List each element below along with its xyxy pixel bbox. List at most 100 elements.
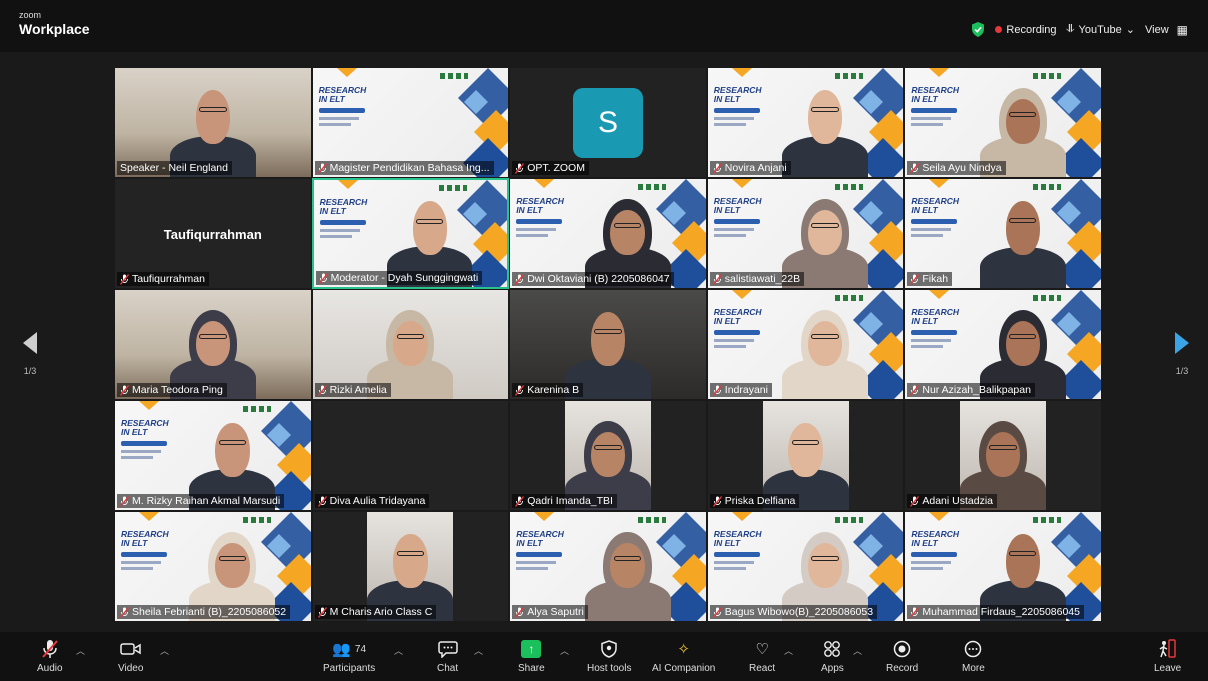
participant-tile[interactable]: RESEARCH IN ELT Nur Azizah_Balikpapan [904,289,1102,400]
apps-options-caret[interactable]: ︿ [853,644,862,657]
participant-video [979,179,1066,288]
mic-muted-icon [712,606,722,618]
leave-button[interactable]: Leave [1154,638,1181,674]
participant-name-label: Moderator - Dyah Sunggingwati [315,271,483,285]
participant-tile[interactable]: Karenina B [509,289,707,400]
participant-tile[interactable]: Qadri Imanda_TBI [509,400,707,511]
participant-name: M Charis Ario Class C [329,606,433,618]
brand-small: zoom [19,10,42,20]
share-label: Share [518,663,545,674]
host-tools-button[interactable]: Host tools [587,638,631,674]
view-button[interactable]: View ▦ [1145,23,1188,37]
participant-tile[interactable]: Maria Teodora Ping [114,289,312,400]
participant-tile[interactable]: RESEARCH IN ELT Seila Ayu Nindya [904,67,1102,178]
participants-button[interactable]: 👥 74 Participants [323,638,375,674]
leave-label: Leave [1154,663,1182,674]
shield-icon[interactable] [971,22,985,37]
participant-name: Fikah [922,273,949,285]
mic-muted-icon [317,495,327,507]
participant-count: 74 [354,643,367,655]
participant-tile[interactable]: Taufiqurrahman Taufiqurrahman [114,178,312,289]
participant-name-label: OPT. ZOOM [512,161,589,175]
arrow-right-icon [1175,332,1189,354]
video-button[interactable]: Video [118,638,143,674]
participant-tile[interactable]: RESEARCH IN ELT Dwi Oktaviani (B) 22050860… [509,178,707,289]
participant-tile[interactable]: RESEARCH IN ELT salistiawati_22B [706,178,905,289]
participant-tile[interactable]: RESEARCH IN ELT Indrayani [706,289,905,400]
mic-muted-icon [317,384,327,396]
share-button[interactable]: ↑ Share [518,638,545,674]
audio-button[interactable]: Audio [37,638,63,674]
participant-name: Rizki Amelia [329,384,387,396]
participant-name-label: Dwi Oktaviani (B) 2205086047 [512,272,674,286]
participant-tile[interactable]: Priska Delfiana [706,400,905,511]
participant-name: Karenina B [527,384,580,396]
slide-title: RESEARCH IN ELT [319,197,368,216]
participant-name: Qadri Imanda_TBI [527,495,613,507]
apps-label: Apps [821,663,844,674]
participant-name: Seila Ayu Nindya [922,162,1002,174]
react-button[interactable]: ♡ React [749,638,775,674]
participant-name: Nur Azizah_Balikpapan [922,384,1031,396]
participant-name: Sheila Febrianti (B)_2205086052 [132,606,287,618]
participant-name-label: Karenina B [512,383,584,397]
share-options-caret[interactable]: ︿ [560,644,569,657]
host-tools-label: Host tools [587,663,632,674]
chat-options-caret[interactable]: ︿ [474,644,483,657]
participant-name-label: Priska Delfiana [709,494,800,508]
participant-name: Indrayani [724,384,768,396]
participant-name: Taufiqurrahman [132,273,205,285]
participant-name-label: Alya Saputri [512,605,588,619]
chat-button[interactable]: Chat [437,638,458,674]
youtube-stream-button[interactable]: ⥥ YouTube ⌄ [1067,23,1135,36]
participant-tile[interactable]: M Charis Ario Class C [311,511,510,622]
next-page-button[interactable]: 1/3 [1172,332,1192,376]
recording-indicator[interactable]: Recording [995,24,1057,36]
video-options-caret[interactable]: ︿ [160,644,169,657]
participant-tile[interactable]: RESEARCH IN ELT Bagus Wibowo(B)_2205086053 [706,511,905,622]
slide-title: RESEARCH IN ELT [713,307,762,326]
participant-tile[interactable]: RESEARCH IN ELT Fikah [904,178,1102,289]
participant-tile[interactable]: Speaker - Neil England [114,67,312,178]
prev-page-button[interactable]: 1/3 [20,332,40,376]
participant-tile[interactable]: Adani Ustadzia [904,400,1102,511]
slide-title: RESEARCH IN ELT [911,307,960,326]
mic-muted-icon [712,384,722,396]
participant-name-label: Novira Anjani [709,161,791,175]
participant-name: Maria Teodora Ping [132,384,223,396]
participant-name-label: Maria Teodora Ping [117,383,227,397]
participant-name-label: Diva Aulia Tridayana [314,494,430,508]
participant-tile[interactable]: Rizki Amelia [311,289,510,400]
audio-options-caret[interactable]: ︿ [76,644,85,657]
participant-tile[interactable]: RESEARCH IN ELT M. Rizky Raihan Akmal Mars… [114,400,312,511]
participant-tile[interactable]: RESEARCH IN ELT Muhammad Firdaus_220508604… [904,511,1102,622]
participant-tile[interactable]: RESEARCH IN ELT Sheila Febrianti (B)_22050… [114,511,312,622]
participant-tile[interactable]: S OPT. ZOOM [509,67,707,178]
participant-name: Novira Anjani [724,162,787,174]
participant-tile[interactable]: RESEARCH IN ELT Novira Anjani [706,67,905,178]
apps-button[interactable]: Apps [821,638,844,674]
participant-name-label: M Charis Ario Class C [314,605,437,619]
slide-title: RESEARCH IN ELT [911,196,960,215]
participant-name-label: Seila Ayu Nindya [907,161,1006,175]
slide-title: RESEARCH IN ELT [121,529,169,548]
sparkle-icon: ✧ [677,641,690,658]
mic-muted-icon [120,606,129,618]
record-button[interactable]: Record [886,638,918,674]
participant-tile[interactable]: RESEARCH IN ELT Magister Pendidikan Bahasa… [311,67,510,178]
react-options-caret[interactable]: ︿ [784,644,793,657]
brand-big: Workplace [19,21,90,37]
participant-name-label: Muhammad Firdaus_2205086045 [907,605,1084,619]
more-button[interactable]: More [962,638,985,674]
participant-video [782,290,869,399]
audio-label: Audio [37,663,63,674]
mic-muted-icon [910,273,920,285]
participant-tile[interactable]: RESEARCH IN ELT Moderator - Dyah Sunggingw… [311,178,510,289]
mic-muted-icon [317,162,327,174]
chevron-down-icon: ⌄ [1125,24,1135,36]
participant-tile[interactable]: Diva Aulia Tridayana [311,400,510,511]
mic-muted-icon [120,495,129,507]
participant-tile[interactable]: RESEARCH IN ELT Alya Saputri [509,511,707,622]
ai-companion-button[interactable]: ✧ AI Companion [652,638,715,674]
participants-options-caret[interactable]: ︿ [394,644,403,657]
